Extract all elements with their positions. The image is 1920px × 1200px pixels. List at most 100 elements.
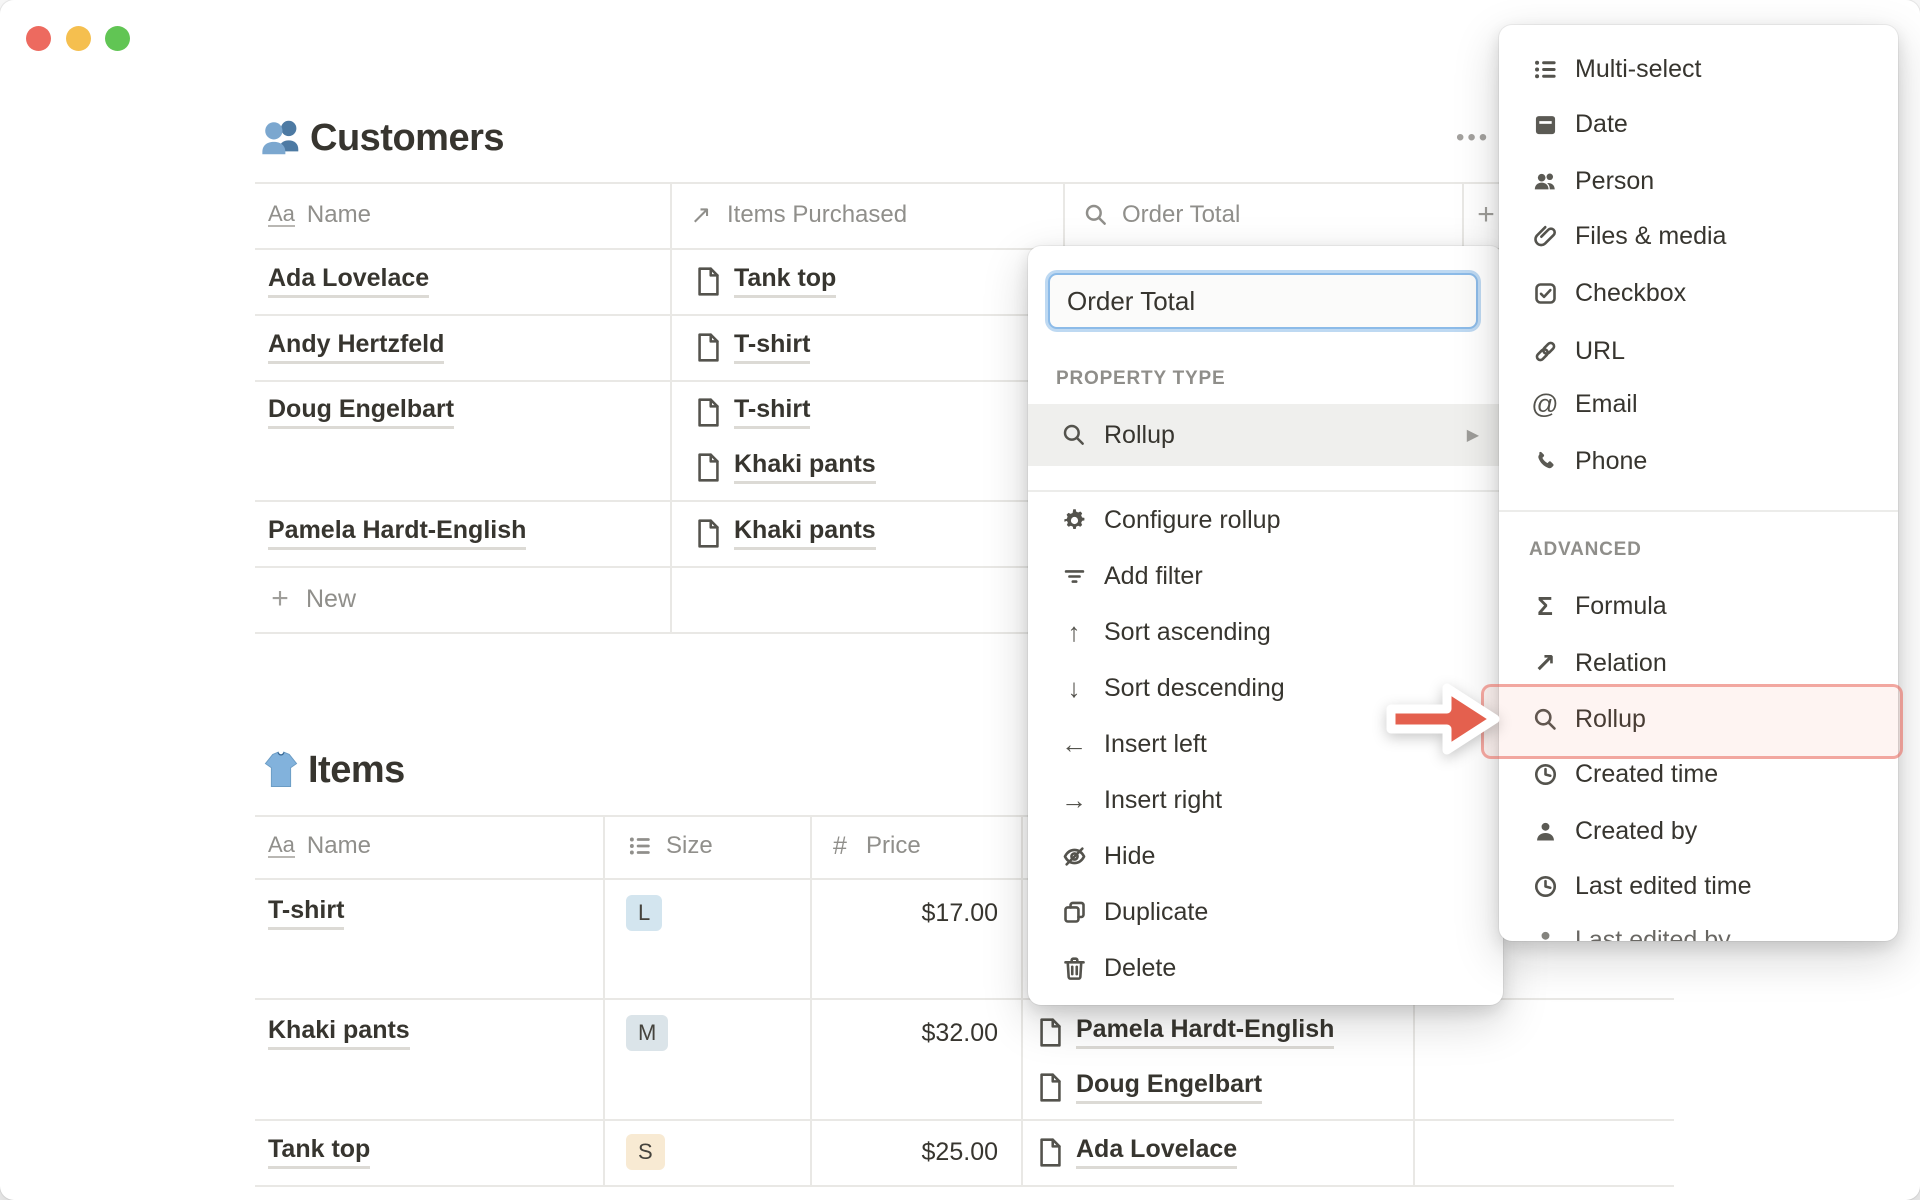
column-header-name[interactable]: Aa Name [268,829,371,863]
size-tag[interactable]: M [626,1015,669,1051]
size-tag[interactable]: S [626,1134,665,1170]
plus-icon: + [271,582,289,615]
relation-page-link[interactable]: Khaki pants [694,450,876,484]
paperclip-icon [1531,222,1559,250]
table-cell-name[interactable]: Khaki pants [268,1016,410,1050]
duplicate-icon [1060,898,1088,926]
page-icon [1036,1137,1064,1167]
rollup-icon [1531,705,1559,733]
type-option-rollup[interactable]: Rollup [1499,691,1898,747]
annotation-arrow-icon [1379,676,1507,767]
trash-icon [1060,954,1088,982]
type-option-url[interactable]: URL [1499,323,1898,379]
menu-item-configure-rollup[interactable]: Configure rollup [1028,492,1503,548]
relation-page-link[interactable]: T-shirt [694,395,811,429]
window-close-button[interactable] [26,26,51,51]
type-option-relation[interactable]: ↗ Relation [1499,635,1898,691]
table-cell-name[interactable]: Ada Lovelace [268,264,430,298]
divider [670,182,672,634]
column-header-name[interactable]: Aa Name [268,198,371,232]
menu-item-sort-ascending[interactable]: ↑ Sort ascending [1028,604,1503,660]
page-title: Items [308,748,405,791]
plus-icon: + [1477,198,1495,231]
relation-page-link[interactable]: Tank top [694,264,837,298]
type-option-phone[interactable]: Phone [1499,433,1898,489]
divider [810,815,812,1187]
table-cell-name[interactable]: Pamela Hardt-English [268,516,527,550]
table-cell-name[interactable]: Tank top [268,1135,371,1169]
page-icon [694,266,722,296]
property-name-input[interactable]: Order Total [1048,273,1478,329]
new-row-button[interactable]: + New [266,582,356,616]
filter-icon [1060,562,1088,590]
type-option-multi-select[interactable]: Multi-select [1499,41,1898,97]
add-property-button[interactable]: + [1472,198,1500,232]
relation-page-link[interactable]: Doug Engelbart [1036,1070,1263,1104]
relation-page-link[interactable]: T-shirt [694,330,811,364]
table-cell-price[interactable]: $25.00 [840,1135,998,1169]
type-option-files-media[interactable]: Files & media [1499,208,1898,264]
page-icon [694,518,722,548]
page-icon [1036,1072,1064,1102]
arrow-down-icon: ↓ [1067,673,1081,703]
person-icon [1531,926,1559,941]
table-cell-price[interactable]: $32.00 [840,1016,998,1050]
more-options-icon[interactable]: ••• [1456,124,1490,152]
type-option-created-by[interactable]: Created by [1499,803,1898,859]
column-header-items-purchased[interactable]: ↗ Items Purchased [687,198,908,232]
sigma-icon: Σ [1537,591,1553,621]
rollup-icon [1060,421,1088,449]
page-icon [1036,1017,1064,1047]
type-option-person[interactable]: Person [1499,153,1898,209]
divider [1021,815,1023,1187]
type-option-formula[interactable]: Σ Formula [1499,578,1898,634]
column-header-size[interactable]: Size [626,829,713,863]
text-property-icon: Aa [268,832,295,858]
relation-page-link[interactable]: Pamela Hardt-English [1036,1015,1335,1049]
select-icon [626,832,654,860]
section-label: ADVANCED [1529,539,1642,560]
divider [1499,510,1898,512]
type-option-last-edited-time[interactable]: Last edited time [1499,858,1898,914]
property-type-current[interactable]: Rollup ▶ [1028,404,1503,466]
menu-item-insert-right[interactable]: → Insert right [1028,772,1503,828]
arrow-left-icon: ← [1061,729,1087,759]
relation-page-link[interactable]: Ada Lovelace [1036,1135,1238,1169]
table-cell-name[interactable]: T-shirt [268,896,345,930]
phone-icon [1531,447,1559,475]
page-icon [694,452,722,482]
divider [255,1185,1674,1187]
eye-off-icon [1060,842,1088,870]
type-option-created-time[interactable]: Created time [1499,746,1898,802]
window-zoom-button[interactable] [105,26,130,51]
type-option-date[interactable]: Date [1499,96,1898,152]
items-title-block: Items [259,744,405,796]
type-option-email[interactable]: @ Email [1499,376,1898,432]
menu-item-delete[interactable]: Delete [1028,940,1503,996]
property-type-menu: Multi-select Date Person Files & media C… [1499,25,1898,941]
table-cell-price[interactable]: $17.00 [840,896,998,930]
type-option-last-edited-by[interactable]: Last edited by [1499,912,1898,941]
section-label: PROPERTY TYPE [1056,368,1226,389]
submenu-arrow-icon: ▶ [1466,427,1479,444]
window-minimize-button[interactable] [66,26,91,51]
table-cell-name[interactable]: Andy Hertzfeld [268,330,445,364]
clock-icon [1531,872,1559,900]
menu-item-hide[interactable]: Hide [1028,828,1503,884]
menu-item-duplicate[interactable]: Duplicate [1028,884,1503,940]
size-tag[interactable]: L [626,895,663,931]
column-header-price[interactable]: # Price [826,829,921,863]
number-icon: # [833,831,847,860]
customers-title-block: Customers [259,112,505,164]
rollup-icon [1082,201,1110,229]
type-option-checkbox[interactable]: Checkbox [1499,265,1898,321]
tshirt-emoji-icon [259,747,303,793]
table-cell-name[interactable]: Doug Engelbart [268,395,455,429]
menu-item-add-filter[interactable]: Add filter [1028,548,1503,604]
divider [255,182,1504,184]
people-icon [1531,167,1559,195]
arrow-up-icon: ↑ [1067,617,1081,647]
checkbox-icon [1531,279,1559,307]
relation-page-link[interactable]: Khaki pants [694,516,876,550]
column-header-order-total[interactable]: Order Total [1082,198,1240,232]
